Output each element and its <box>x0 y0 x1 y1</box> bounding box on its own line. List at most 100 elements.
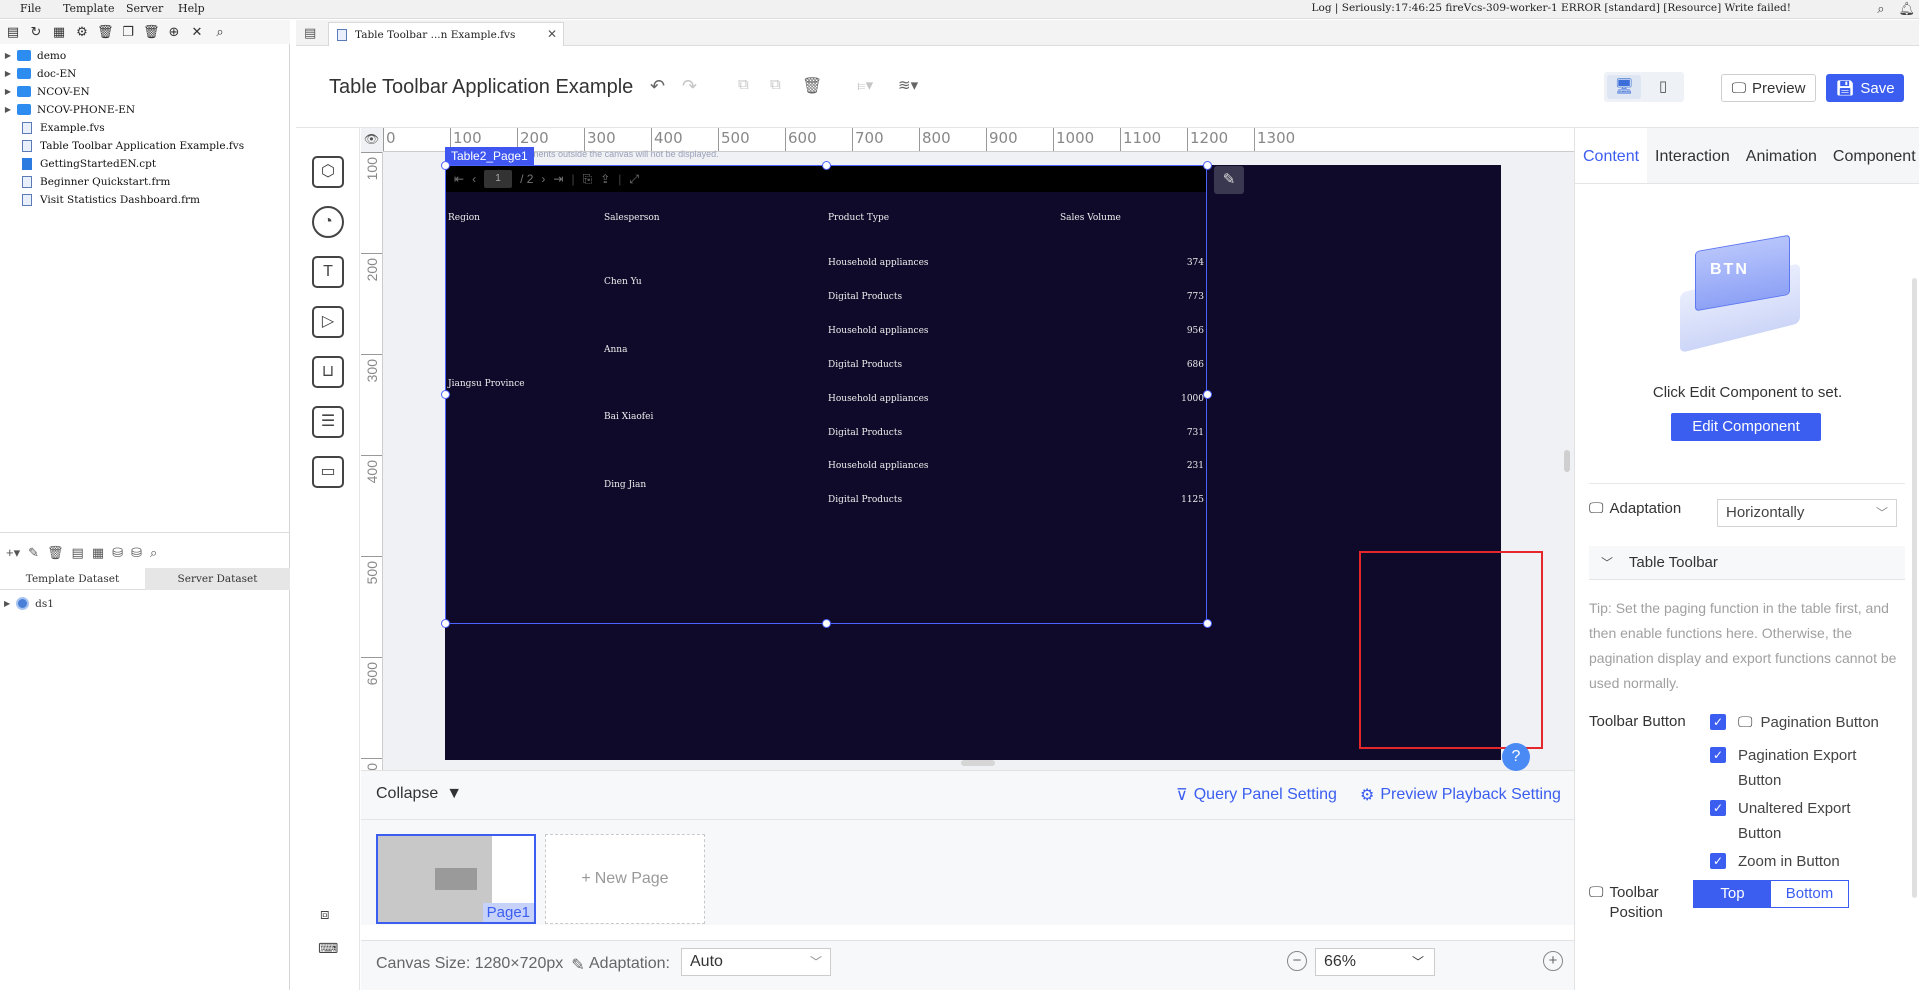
new-page-button[interactable]: + New Page <box>545 834 705 924</box>
tree-item-beginner-quickstart[interactable]: Beginner Quickstart.frm <box>0 173 170 190</box>
tree-item-visit-statistics[interactable]: Visit Statistics Dashboard.frm <box>0 191 200 208</box>
pencil-icon[interactable]: ✎ <box>571 955 584 975</box>
bell-icon[interactable]: 🔔︎ <box>1898 1 1915 17</box>
expand-arrow-icon[interactable]: ▶ <box>3 69 13 78</box>
tab-interaction[interactable]: Interaction <box>1647 128 1738 183</box>
server-database-icon[interactable]: ⛁ <box>131 545 142 561</box>
checkbox-pagination-export[interactable]: ✓ Pagination Export Button <box>1710 743 1895 793</box>
desktop-icon[interactable]: 🖥︎ <box>1607 75 1641 99</box>
expand-arrow-icon[interactable]: ▶ <box>3 105 13 114</box>
export-icon[interactable]: ⇪ <box>600 172 610 186</box>
next-page-icon[interactable]: › <box>541 172 545 186</box>
resize-handle[interactable] <box>441 390 450 399</box>
mobile-icon[interactable]: ▯ <box>1646 75 1680 99</box>
search-icon[interactable]: ⌕ <box>150 545 157 561</box>
position-top-option[interactable]: Top <box>1694 881 1771 907</box>
search-icon[interactable]: ⌕ <box>212 24 228 40</box>
preview-playback-setting-link[interactable]: ⚙ Preview Playback Setting <box>1360 785 1561 805</box>
settings-icon[interactable]: ⚙ <box>74 24 90 40</box>
expand-arrow-icon[interactable]: ▶ <box>3 87 13 96</box>
delete-dataset-icon[interactable]: 🗑︎ <box>47 545 64 561</box>
preview-button[interactable]: 🖵︎ Preview <box>1721 74 1816 102</box>
export-page-icon[interactable]: ⎘ <box>583 172 593 187</box>
checkbox-checked-icon[interactable]: ✓ <box>1710 853 1726 869</box>
add-dataset-icon[interactable]: +▾ <box>6 545 20 561</box>
save-button[interactable]: 💾︎ Save <box>1826 74 1904 102</box>
resize-handle[interactable] <box>822 619 831 628</box>
tree-item-ncov-phone-en[interactable]: ▶ NCOV-PHONE-EN <box>0 101 135 118</box>
resize-handle[interactable] <box>1203 161 1212 170</box>
copy-icon[interactable]: ❐ <box>120 24 136 40</box>
page-input[interactable]: 1 <box>484 170 513 188</box>
table-widget[interactable]: ⇤ ‹ 1 / 2 › ⇥ | ⎘ ⇪ | ⤢ Region Salespers… <box>445 165 1207 624</box>
redo-icon[interactable]: ↷ <box>682 76 697 97</box>
send-backward-icon[interactable]: ⧉ <box>770 76 781 93</box>
tree-item-ncov-en[interactable]: ▶ NCOV-EN <box>0 83 90 100</box>
checkbox-pagination-button[interactable]: ✓ 🖵︎ Pagination Button <box>1710 710 1879 735</box>
dataset-item-ds1[interactable]: ▶ ds1 <box>4 597 54 610</box>
tree-item-example-fvs[interactable]: Example.fvs <box>0 119 105 136</box>
align-icon[interactable]: ⫢▾ <box>857 76 873 94</box>
menu-help[interactable]: Help <box>178 2 205 15</box>
keyboard-icon[interactable]: ⌨ <box>318 940 338 957</box>
tree-item-doc-en[interactable]: ▶ doc-EN <box>0 65 76 82</box>
zoom-in-button[interactable]: + <box>1543 951 1563 971</box>
database-icon[interactable]: ⛁ <box>112 545 123 561</box>
layers-icon[interactable]: ≋▾ <box>898 76 918 94</box>
position-bottom-option[interactable]: Bottom <box>1771 881 1848 907</box>
locate-icon[interactable]: ⊕ <box>166 24 182 40</box>
query-panel-setting-link[interactable]: ⊽ Query Panel Setting <box>1176 785 1337 805</box>
vertical-scrollbar[interactable] <box>1564 450 1570 472</box>
checkbox-zoom-in[interactable]: ✓ Zoom in Button <box>1710 849 1840 874</box>
checkbox-checked-icon[interactable]: ✓ <box>1710 747 1726 763</box>
close-icon[interactable]: ✕ <box>547 27 557 41</box>
checkbox-unaltered-export[interactable]: ✓ Unaltered Export Button <box>1710 796 1895 846</box>
checkbox-checked-icon[interactable]: ✓ <box>1710 800 1726 816</box>
tree-item-table-toolbar-fvs[interactable]: Table Toolbar Application Example.fvs <box>0 137 244 154</box>
table-icon[interactable]: ☰ <box>312 406 344 438</box>
undo-icon[interactable]: ↶ <box>650 76 665 97</box>
trash-icon[interactable]: 🗑︎ <box>143 24 160 40</box>
menu-file[interactable]: File <box>20 2 41 15</box>
video-icon[interactable]: ▷ <box>312 306 344 338</box>
widget-label[interactable]: Table2_Page1 <box>445 147 534 165</box>
log-status-text[interactable]: Log | Seriously:17:46:25 fireVcs-309-wor… <box>1312 2 1791 14</box>
menu-server[interactable]: Server <box>126 2 163 15</box>
tab-content[interactable]: Content <box>1575 128 1648 183</box>
search-icon[interactable]: ⌕ <box>1877 1 1884 17</box>
cube-icon[interactable]: ⬡ <box>312 156 344 188</box>
prev-page-icon[interactable]: ‹ <box>472 172 476 186</box>
resize-handle[interactable] <box>822 161 831 170</box>
adaptation-select[interactable]: Auto ﹀ <box>681 948 831 976</box>
last-page-icon[interactable]: ⇥ <box>553 172 563 186</box>
tab-animation[interactable]: Animation <box>1738 128 1825 183</box>
new-file-icon[interactable]: ▤ <box>5 24 21 40</box>
zoom-select[interactable]: 66% ﹀ <box>1315 948 1435 976</box>
inbox-icon[interactable]: ⊔ <box>312 356 344 388</box>
tab-template-dataset[interactable]: Template Dataset <box>0 568 145 590</box>
stack-icon[interactable]: ⧈ <box>320 906 330 923</box>
tab-component[interactable]: Component <box>1825 128 1919 183</box>
pie-chart-icon[interactable]: ◔ <box>312 206 344 238</box>
zoom-in-icon[interactable]: ⤢ <box>629 172 639 187</box>
zoom-out-button[interactable]: − <box>1287 951 1307 971</box>
horizontal-scrollbar[interactable] <box>961 760 995 766</box>
delete-icon[interactable]: 🗑︎ <box>802 76 822 96</box>
archive-icon[interactable]: ▭ <box>312 456 344 488</box>
tab-server-dataset[interactable]: Server Dataset <box>145 568 290 590</box>
edit-file-icon[interactable]: ▦ <box>51 24 67 40</box>
new-tab-icon[interactable]: ▤ <box>304 25 316 41</box>
edit-component-button[interactable]: Edit Component <box>1671 413 1821 441</box>
resize-handle[interactable] <box>441 619 450 628</box>
help-button[interactable]: ? <box>1502 743 1530 771</box>
table-toolbar-section-header[interactable]: ﹀ Table Toolbar <box>1589 546 1905 580</box>
resize-handle[interactable] <box>1203 390 1212 399</box>
panel-splitter[interactable] <box>0 532 290 538</box>
bring-forward-icon[interactable]: ⧉ <box>738 76 749 93</box>
adaptation-dropdown[interactable]: Horizontally ﹀ <box>1717 499 1897 527</box>
collapse-all-icon[interactable]: ✕ <box>189 24 205 40</box>
text-icon[interactable]: T <box>312 256 344 288</box>
eye-icon[interactable]: 👁︎ <box>364 132 379 146</box>
checkbox-checked-icon[interactable]: ✓ <box>1710 714 1726 730</box>
sql-dataset-icon[interactable]: ▦ <box>92 545 104 561</box>
